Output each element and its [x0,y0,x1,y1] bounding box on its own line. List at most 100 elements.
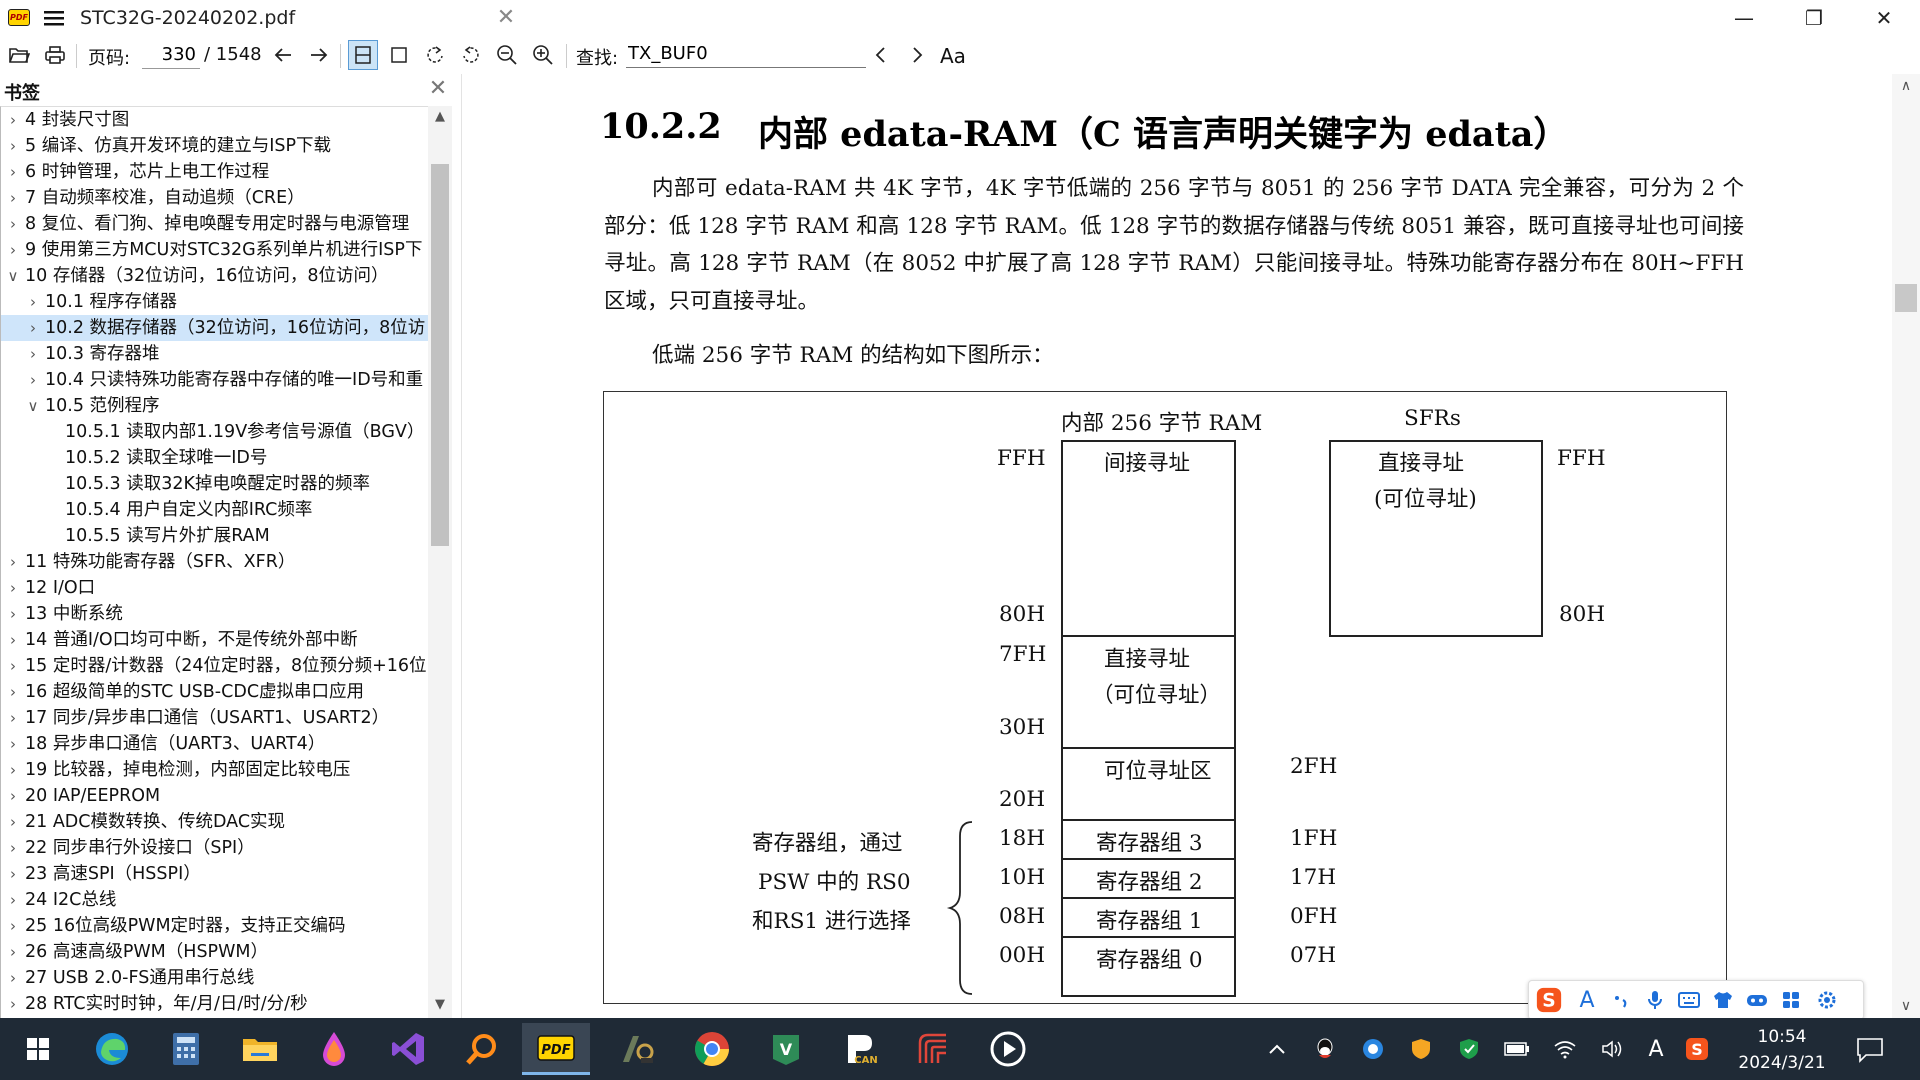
bookmark-item[interactable]: › 25 16位高级PWM定时器，支持正交编码 [1,913,428,939]
file-explorer-icon[interactable] [226,1023,294,1075]
bookmark-item[interactable]: › 10.3 寄存器堆 [1,341,428,367]
chevron-right-icon[interactable]: › [5,575,21,601]
bookmark-item[interactable]: › 27 USB 2.0-FS通用串行总线 [1,965,428,991]
can-tool-icon[interactable]: CAN [826,1023,894,1075]
bookmark-item[interactable]: › 23 高速SPI（HSSPI） [1,861,428,887]
minimize-button[interactable]: — [1720,3,1768,33]
chevron-right-icon[interactable]: › [5,783,21,809]
match-case-button[interactable]: Aa [940,44,966,68]
search-next-icon[interactable] [902,40,932,70]
zoom-in-icon[interactable] [528,40,558,70]
sogou-tray-icon[interactable]: S [1684,1036,1710,1062]
bookmark-item[interactable]: › 20 IAP/EEPROM [1,783,428,809]
chevron-down-icon[interactable]: ∨ [25,393,41,419]
close-panel-icon[interactable]: ✕ [426,76,450,101]
chevron-right-icon[interactable]: › [25,341,41,367]
doc-scroll-up-icon[interactable]: ∧ [1892,74,1920,98]
skin-icon[interactable] [1709,986,1737,1014]
close-window-button[interactable]: ✕ [1860,3,1908,33]
bookmark-item[interactable]: › 24 I2C总线 [1,887,428,913]
single-page-icon[interactable] [384,40,414,70]
settings-icon[interactable] [1813,986,1841,1014]
toolbox-icon[interactable] [1777,986,1805,1014]
bookmark-item[interactable]: › 9 使用第三方MCU对STC32G系列单片机进行ISP下 [1,237,428,263]
volume-icon[interactable] [1600,1036,1626,1062]
tab-close-icon[interactable]: ✕ [494,5,518,30]
notification-icon[interactable] [1854,1036,1890,1064]
chevron-right-icon[interactable]: › [5,601,21,627]
bookmark-item[interactable]: › 8 复位、看门狗、掉电唤醒专用定时器与电源管理 [1,211,428,237]
chevron-right-icon[interactable]: › [5,627,21,653]
chevron-right-icon[interactable]: › [5,861,21,887]
bookmark-item[interactable]: › 12 I/O口 [1,575,428,601]
media-player-icon[interactable] [974,1023,1042,1075]
bookmark-item[interactable]: › 15 定时器/计数器（24位定时器，8位预分频+16位 [1,653,428,679]
qq-icon[interactable] [1312,1036,1338,1062]
bookmark-item[interactable]: › 10.4 只读特殊功能寄存器中存储的唯一ID号和重 [1,367,428,393]
bookmark-item[interactable]: › 11 特殊功能寄存器（SFR、XFR） [1,549,428,575]
chevron-right-icon[interactable]: › [5,913,21,939]
security-shield-icon[interactable] [1408,1036,1434,1062]
bookmark-item[interactable]: ∨ 10.5 范例程序 [1,393,428,419]
bookmark-item[interactable]: › 5 编译、仿真开发环境的建立与ISP下载 [1,133,428,159]
wifi-icon[interactable] [1552,1036,1578,1062]
doc-scrollbar-thumb[interactable] [1895,284,1917,312]
edge-icon[interactable] [78,1023,146,1075]
start-icon[interactable] [4,1023,72,1075]
bookmark-item[interactable]: ∨ 10 存储器（32位访问，16位访问，8位访问） [1,263,428,289]
chevron-right-icon[interactable]: › [5,757,21,783]
chevron-right-icon[interactable]: › [5,809,21,835]
chevron-right-icon[interactable]: › [5,185,21,211]
chevron-right-icon[interactable]: › [5,679,21,705]
vs-code-v5-icon[interactable]: V [752,1023,820,1075]
bookmark-item[interactable]: › 22 同步串行外设接口（SPI） [1,835,428,861]
chevron-right-icon[interactable]: › [5,835,21,861]
document-scrollbar[interactable]: ∧ ∨ [1892,74,1920,1018]
paint-drop-icon[interactable] [300,1023,368,1075]
chevron-right-icon[interactable]: › [5,887,21,913]
bookmark-item[interactable]: › 17 同步/异步串口通信（USART1、USART2） [1,705,428,731]
chevron-right-icon[interactable]: › [5,133,21,159]
bookmark-item[interactable]: › 7 自动频率校准，自动追频（CRE） [1,185,428,211]
rotate-left-icon[interactable] [420,40,450,70]
sogou-logo-icon[interactable]: S [1535,986,1563,1014]
game-icon[interactable] [1743,986,1771,1014]
chevron-right-icon[interactable]: › [25,289,41,315]
document-tab-title[interactable]: STC32G-20240202.pdf [80,7,295,29]
bookmark-item[interactable]: › 18 异步串口通信（UART3、UART4） [1,731,428,757]
chevron-right-icon[interactable]: › [5,939,21,965]
rotate-right-icon[interactable] [456,40,486,70]
stc-isp-icon[interactable] [900,1023,968,1075]
bookmark-item[interactable]: › 14 普通I/O口均可中断，不是传统外部中断 [1,627,428,653]
open-folder-icon[interactable] [4,40,34,70]
bookmark-item[interactable]: › 10.2 数据存储器（32位访问，16位访问，8位访 [1,315,428,341]
bookmark-item[interactable]: › 28 RTC实时时钟，年/月/日/时/分/秒 [1,991,428,1017]
scrollbar-thumb[interactable] [431,164,449,546]
continuous-page-icon[interactable] [348,40,378,70]
chevron-right-icon[interactable]: › [5,549,21,575]
bookmark-item[interactable]: 10.5.3 读取32K掉电唤醒定时器的频率 [1,471,428,497]
bookmark-item[interactable]: 10.5.1 读取内部1.19V参考信号源值（BGV） [1,419,428,445]
keyboard-icon[interactable] [1675,986,1703,1014]
chevron-right-icon[interactable]: › [5,211,21,237]
search-tool-icon[interactable] [448,1023,516,1075]
scroll-down-icon[interactable]: ▼ [428,994,452,1016]
bookmark-item[interactable]: › 6 时钟管理，芯片上电工作过程 [1,159,428,185]
battery-icon[interactable] [1504,1036,1530,1062]
chevron-right-icon[interactable]: › [25,367,41,393]
bookmark-item[interactable]: 10.5.5 读写片外扩展RAM [1,523,428,549]
ime-mode-letter[interactable]: A [1573,986,1601,1014]
print-icon[interactable] [40,40,70,70]
bookmark-item[interactable]: › 21 ADC模数转换、传统DAC实现 [1,809,428,835]
chevron-right-icon[interactable]: › [5,237,21,263]
doc-scroll-down-icon[interactable]: ∨ [1892,994,1920,1018]
scroll-up-icon[interactable]: ▲ [428,106,452,128]
restore-button[interactable]: ❐ [1790,3,1838,33]
chevron-right-icon[interactable]: › [5,991,21,1017]
previous-page-icon[interactable] [268,40,298,70]
search-input[interactable] [626,40,866,68]
bookmark-item[interactable]: › 13 中断系统 [1,601,428,627]
chevron-right-icon[interactable]: › [5,705,21,731]
calculator-icon[interactable] [152,1023,220,1075]
pdf-reader-taskbar-icon[interactable]: PDF [522,1023,590,1075]
